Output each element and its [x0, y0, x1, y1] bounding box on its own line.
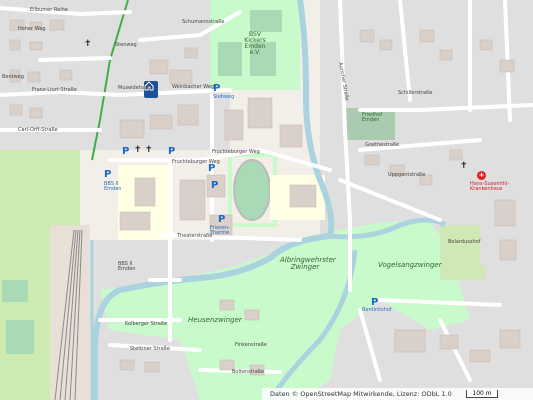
parking-icon[interactable]: P — [211, 181, 218, 191]
street-label: Franz-Liszt-Straße — [32, 87, 77, 93]
hospital-label: Hans-Susemihl-Krankenhaus — [470, 181, 510, 192]
sports-pitch-west-1 — [2, 280, 28, 302]
street-label: Uppgantstraße — [388, 172, 426, 178]
parking-icon[interactable]: P — [122, 147, 129, 157]
map-canvas[interactable]: P P P P P P P P ✝ ✝ ✝ ✝ + Ellbumer Reihe… — [0, 0, 533, 400]
street-label: Stenweg — [115, 42, 137, 48]
street-label: Ellbumer Reihe — [30, 7, 68, 13]
street-label: Carl-Orff-Straße — [18, 127, 58, 133]
street-label: Bentweg — [2, 74, 24, 80]
pitch-bsv-1 — [218, 42, 242, 76]
sports-club-label: BSV Kickers Emden e.V. — [244, 31, 266, 56]
park-label: Vogelsangzwinger — [378, 261, 442, 269]
street-label: Weinbacher Weg — [172, 84, 215, 90]
parking-label: Siebweg — [213, 94, 235, 100]
parking-icon[interactable]: P — [168, 147, 175, 157]
cross-icon: ✝ — [134, 145, 142, 155]
park-label: Heusenzwinger — [188, 316, 242, 324]
street-label: Fruchteburger Weg — [212, 149, 260, 155]
park-label: Albringwehrster Zwinger — [280, 256, 336, 271]
street-label: Goethestraße — [365, 142, 400, 148]
street-label: Stettiner Straße — [130, 346, 170, 352]
parking-label: Bentinkshof — [362, 307, 392, 313]
parking-icon[interactable]: P — [213, 84, 220, 94]
scale-label: 100 m — [472, 390, 492, 397]
street-label: Schillerstraße — [398, 90, 433, 96]
map-layer — [0, 0, 533, 400]
street-label: Kolberger Straße — [125, 321, 168, 327]
school-label: BBS II Emden — [104, 181, 122, 192]
cross-icon: ✝ — [84, 39, 92, 49]
parking-icon[interactable]: P — [208, 164, 215, 174]
sports-pitch-west-2 — [6, 320, 34, 354]
parking-icon[interactable]: P — [218, 215, 225, 225]
allotments-east — [440, 225, 485, 280]
street-label: Finkenstraße — [235, 342, 267, 348]
street-label: Boltenstraße — [232, 369, 264, 375]
hospital-icon[interactable]: + — [477, 171, 486, 180]
pitch-bsv-2 — [250, 10, 282, 32]
cross-icon: ✝ — [460, 161, 468, 171]
place-label: Bolardusshof — [448, 239, 481, 245]
parking-label: Friesen-Therme — [210, 225, 230, 236]
attribution-text: Daten © OpenStreetMap Mitwirkende, Lizen… — [270, 390, 452, 398]
street-label: Fruchteburger Weg — [172, 159, 220, 165]
street-label: Hoher Weg — [18, 26, 46, 32]
railway-corridor — [50, 225, 90, 400]
street-label: Theaterstraße — [177, 233, 213, 239]
street-label: Museldehand — [118, 85, 152, 91]
school-label: BBS II Emden — [118, 261, 136, 272]
scale-bar: 100 m — [466, 390, 498, 398]
cemetery-label: Friedhof Emden — [362, 112, 383, 123]
cross-icon: ✝ — [145, 145, 153, 155]
running-track — [233, 159, 271, 221]
parking-icon[interactable]: P — [104, 170, 111, 180]
street-label: Schumannstraße — [182, 19, 225, 25]
